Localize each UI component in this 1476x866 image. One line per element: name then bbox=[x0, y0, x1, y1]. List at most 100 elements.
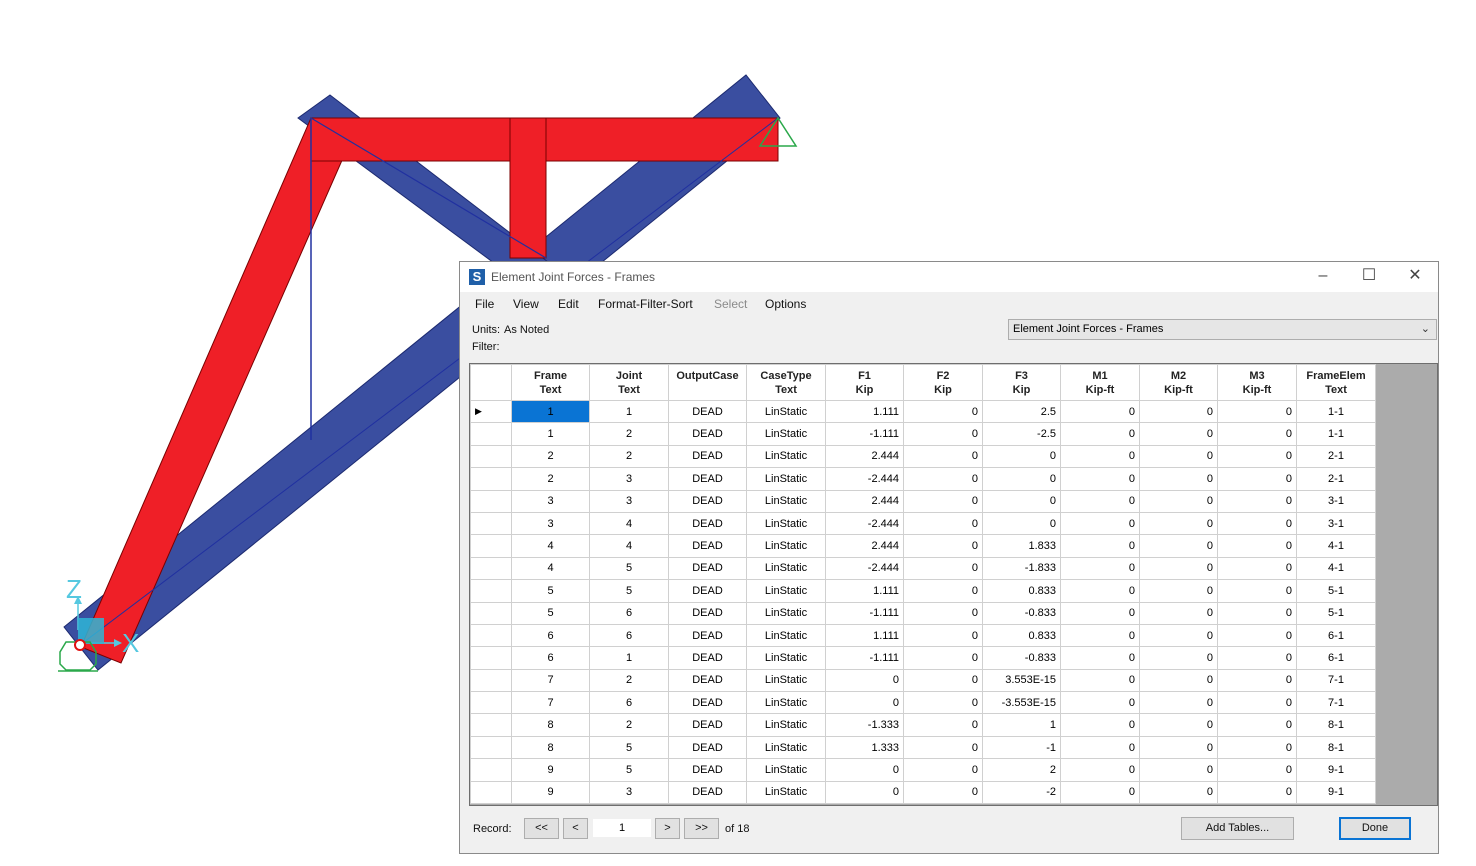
table-cell[interactable]: 0 bbox=[982, 444, 1061, 469]
table-cell[interactable]: 0 bbox=[825, 780, 904, 805]
row-selector[interactable] bbox=[470, 511, 512, 536]
column-header[interactable]: M3 Kip-ft bbox=[1217, 364, 1297, 401]
table-cell[interactable]: 0.833 bbox=[982, 579, 1061, 603]
table-cell[interactable]: 0 bbox=[825, 668, 904, 693]
table-cell[interactable]: 0 bbox=[1060, 713, 1140, 737]
table-cell[interactable]: 0 bbox=[1217, 444, 1297, 469]
table-cell[interactable]: 2 bbox=[589, 668, 669, 693]
table-cell[interactable]: 2 bbox=[589, 422, 669, 446]
table-cell[interactable]: 0 bbox=[1217, 713, 1297, 737]
table-row[interactable]: 1 2 DEAD LinStatic -1.111 0 -2.5 0 0 0 1-1 bbox=[470, 422, 1376, 446]
table-cell[interactable]: 1.833 bbox=[982, 534, 1061, 558]
table-cell[interactable]: 1.111 bbox=[825, 399, 904, 424]
column-header[interactable]: F1 Kip bbox=[825, 364, 904, 401]
table-cell[interactable]: 0 bbox=[1217, 735, 1297, 760]
table-cell[interactable]: 7-1 bbox=[1296, 668, 1376, 693]
table-cell[interactable]: 0 bbox=[1060, 444, 1140, 469]
row-selector[interactable] bbox=[470, 601, 512, 625]
table-cell[interactable]: 0 bbox=[825, 758, 904, 782]
table-cell[interactable]: 0 bbox=[1139, 489, 1218, 513]
table-cell[interactable]: 0 bbox=[903, 668, 983, 693]
table-cell[interactable]: 0 bbox=[982, 511, 1061, 536]
table-cell[interactable]: 0 bbox=[1139, 467, 1218, 491]
column-header[interactable]: Joint Text bbox=[589, 364, 669, 401]
table-cell[interactable]: 0 bbox=[1217, 399, 1297, 424]
table-cell[interactable]: 0 bbox=[1060, 579, 1140, 603]
table-cell[interactable]: DEAD bbox=[668, 735, 747, 760]
table-cell[interactable]: 0 bbox=[1217, 534, 1297, 558]
table-cell[interactable]: -1.111 bbox=[825, 422, 904, 446]
table-cell[interactable]: 9-1 bbox=[1296, 758, 1376, 782]
joint-origin-icon[interactable] bbox=[74, 639, 86, 651]
table-cell[interactable]: 6-1 bbox=[1296, 646, 1376, 670]
table-cell[interactable]: DEAD bbox=[668, 467, 747, 491]
table-cell[interactable]: 0 bbox=[1060, 646, 1140, 670]
column-header[interactable]: Frame Text bbox=[511, 364, 590, 401]
table-cell[interactable]: 2.444 bbox=[825, 444, 904, 469]
table-cell[interactable]: 0 bbox=[1139, 422, 1218, 446]
table-cell[interactable]: 0 bbox=[1139, 399, 1218, 424]
row-selector[interactable] bbox=[470, 758, 512, 782]
table-row[interactable]: 3 4 DEAD LinStatic -2.444 0 0 0 0 0 3-1 bbox=[470, 511, 1376, 536]
table-cell[interactable]: 1 bbox=[511, 422, 590, 446]
table-cell[interactable]: -1.111 bbox=[825, 646, 904, 670]
last-record-button[interactable]: >> bbox=[684, 818, 719, 839]
table-cell[interactable]: 0 bbox=[903, 601, 983, 625]
title-bar[interactable]: S Element Joint Forces - Frames – ☐ ✕ bbox=[460, 262, 1438, 292]
maximize-icon[interactable]: ☐ bbox=[1346, 262, 1392, 292]
row-selector[interactable] bbox=[470, 623, 512, 648]
table-cell[interactable]: 0 bbox=[1217, 691, 1297, 715]
row-selector[interactable] bbox=[470, 579, 512, 603]
column-header[interactable]: OutputCase bbox=[668, 364, 747, 401]
table-cell[interactable]: 0 bbox=[1217, 422, 1297, 446]
table-cell[interactable]: DEAD bbox=[668, 623, 747, 648]
table-cell[interactable]: 5-1 bbox=[1296, 579, 1376, 603]
table-cell[interactable]: 8 bbox=[511, 713, 590, 737]
table-cell[interactable]: 0 bbox=[903, 780, 983, 805]
table-cell[interactable]: LinStatic bbox=[746, 735, 826, 760]
table-cell[interactable]: 0 bbox=[903, 511, 983, 536]
table-cell[interactable]: 1 bbox=[982, 713, 1061, 737]
table-cell[interactable]: 1.111 bbox=[825, 623, 904, 648]
table-cell[interactable]: 0 bbox=[1139, 534, 1218, 558]
table-cell[interactable]: -0.833 bbox=[982, 646, 1061, 670]
table-cell[interactable]: DEAD bbox=[668, 489, 747, 513]
table-cell[interactable]: 0 bbox=[903, 758, 983, 782]
table-cell[interactable]: 0 bbox=[1139, 601, 1218, 625]
row-selector[interactable] bbox=[470, 780, 512, 805]
table-cell[interactable]: 0 bbox=[903, 422, 983, 446]
table-cell[interactable]: 0 bbox=[1060, 668, 1140, 693]
first-record-button[interactable]: << bbox=[524, 818, 559, 839]
table-cell[interactable]: LinStatic bbox=[746, 646, 826, 670]
table-cell[interactable]: 0 bbox=[1217, 467, 1297, 491]
table-cell[interactable]: -1.833 bbox=[982, 556, 1061, 581]
table-cell[interactable]: 4 bbox=[589, 511, 669, 536]
menu-format-filter-sort[interactable]: Format-Filter-Sort bbox=[598, 297, 693, 311]
table-cell[interactable]: 0 bbox=[1217, 646, 1297, 670]
table-cell[interactable]: -2.444 bbox=[825, 511, 904, 536]
table-cell[interactable]: LinStatic bbox=[746, 691, 826, 715]
column-header[interactable]: M1 Kip-ft bbox=[1060, 364, 1140, 401]
table-cell[interactable]: 0 bbox=[1139, 444, 1218, 469]
table-cell[interactable]: 0 bbox=[1217, 556, 1297, 581]
table-cell[interactable]: 2.444 bbox=[825, 489, 904, 513]
table-cell[interactable]: LinStatic bbox=[746, 399, 826, 424]
table-cell[interactable]: 6-1 bbox=[1296, 623, 1376, 648]
row-selector[interactable] bbox=[470, 691, 512, 715]
table-cell[interactable]: 0 bbox=[1060, 467, 1140, 491]
row-selector[interactable] bbox=[470, 444, 512, 469]
table-cell[interactable]: 4-1 bbox=[1296, 556, 1376, 581]
table-row[interactable]: 7 2 DEAD LinStatic 0 0 3.553E-15 0 0 0 7-1 bbox=[470, 668, 1376, 693]
table-cell[interactable]: LinStatic bbox=[746, 556, 826, 581]
record-number-input[interactable]: 1 bbox=[593, 819, 651, 837]
table-row[interactable]: 8 2 DEAD LinStatic -1.333 0 1 0 0 0 8-1 bbox=[470, 713, 1376, 737]
prev-record-button[interactable]: < bbox=[563, 818, 588, 839]
table-cell[interactable]: 0 bbox=[1139, 556, 1218, 581]
table-row[interactable]: 7 6 DEAD LinStatic 0 0 -3.553E-15 0 0 0 7-1 bbox=[470, 691, 1376, 715]
table-cell[interactable]: 0 bbox=[1060, 422, 1140, 446]
table-cell[interactable]: 1-1 bbox=[1296, 399, 1376, 424]
table-cell[interactable]: 3.553E-15 bbox=[982, 668, 1061, 693]
table-cell[interactable]: 1 bbox=[511, 399, 590, 424]
done-button[interactable]: Done bbox=[1339, 817, 1411, 840]
row-selector[interactable] bbox=[470, 534, 512, 558]
